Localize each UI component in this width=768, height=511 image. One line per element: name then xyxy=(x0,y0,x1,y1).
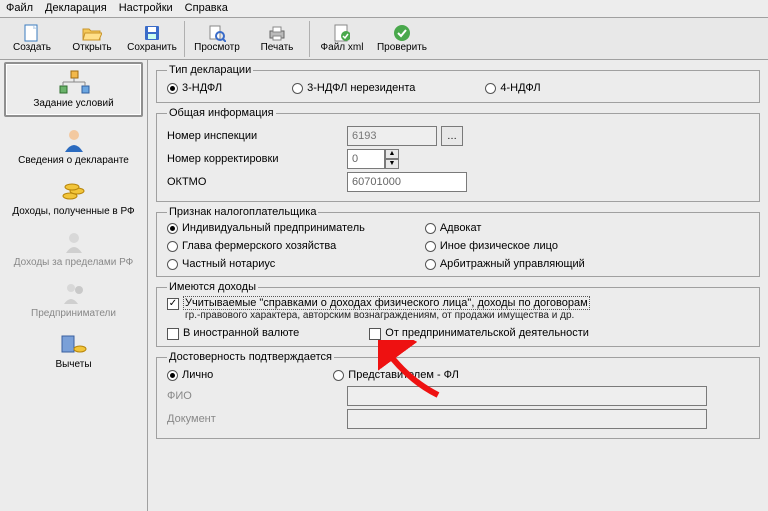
fio-input[interactable] xyxy=(347,386,707,406)
sidebar-item-income-foreign[interactable]: Доходы за пределами РФ xyxy=(0,223,147,274)
save-button[interactable]: Сохранить xyxy=(122,19,182,59)
sidebar-item-income-rf[interactable]: Доходы, полученные в РФ xyxy=(0,172,147,223)
group-taxpayer: Признак налогоплательщика Индивидуальный… xyxy=(156,206,760,277)
sidebar-item-label: Вычеты xyxy=(55,359,91,370)
toolbar-separator xyxy=(309,21,310,57)
preview-button[interactable]: Просмотр xyxy=(187,19,247,59)
inspection-browse-button[interactable]: … xyxy=(441,126,463,146)
group-legend: Признак налогоплательщика xyxy=(167,206,318,218)
menu-help[interactable]: Справка xyxy=(185,2,228,15)
content-pane: Тип декларации 3-НДФЛ 3-НДФЛ нерезидента… xyxy=(148,60,768,511)
oktmo-input[interactable] xyxy=(347,172,467,192)
spin-up-button[interactable]: ▲ xyxy=(385,149,399,159)
sidebar-item-label: Задание условий xyxy=(33,98,113,109)
radio-3ndfl[interactable]: 3-НДФЛ xyxy=(167,82,222,94)
toolbar: Создать Открыть Сохранить Просмотр Печат… xyxy=(0,18,768,60)
filexml-label: Файл xml xyxy=(321,42,364,53)
conditions-icon xyxy=(57,70,91,96)
radio-farmer[interactable]: Глава фермерского хозяйства xyxy=(167,240,365,252)
xml-file-icon xyxy=(334,24,350,42)
menu-file[interactable]: Файл xyxy=(6,2,33,15)
sidebar-item-label: Доходы за пределами РФ xyxy=(14,257,133,268)
deductions-icon xyxy=(60,331,88,357)
menu-settings[interactable]: Настройки xyxy=(119,2,173,15)
group-confirm: Достоверность подтверждается Лично Предс… xyxy=(156,351,760,439)
radio-advocate[interactable]: Адвокат xyxy=(425,222,585,234)
sidebar-item-label: Предприниматели xyxy=(31,308,116,319)
radio-3ndfl-nonres[interactable]: 3-НДФЛ нерезидента xyxy=(292,82,415,94)
folder-open-icon xyxy=(82,24,102,42)
sidebar-item-declarant[interactable]: Сведения о декларанте xyxy=(0,121,147,172)
spin-down-button[interactable]: ▼ xyxy=(385,159,399,169)
menu-bar: Файл Декларация Настройки Справка xyxy=(0,0,768,18)
radio-ip[interactable]: Индивидуальный предприниматель xyxy=(167,222,365,234)
doc-label: Документ xyxy=(167,413,347,425)
foreign-income-icon xyxy=(62,229,86,255)
radio-personally[interactable]: Лично xyxy=(167,369,213,381)
radio-notary[interactable]: Частный нотариус xyxy=(167,258,365,270)
check-entrepreneur-activity[interactable]: От предпринимательской деятельности xyxy=(369,327,589,340)
save-label: Сохранить xyxy=(127,42,177,53)
fio-label: ФИО xyxy=(167,390,347,402)
file-new-icon xyxy=(24,24,40,42)
check-icon xyxy=(393,24,411,42)
group-legend: Общая информация xyxy=(167,107,276,119)
radio-other-person[interactable]: Иное физическое лицо xyxy=(425,240,585,252)
radio-4ndfl[interactable]: 4-НДФЛ xyxy=(485,82,540,94)
person-icon xyxy=(61,127,87,153)
doc-input[interactable] xyxy=(347,409,707,429)
inspection-input[interactable] xyxy=(347,126,437,146)
sidebar-item-conditions[interactable]: Задание условий xyxy=(4,62,143,117)
save-icon xyxy=(144,24,160,42)
sidebar-item-deductions[interactable]: Вычеты xyxy=(0,325,147,376)
filexml-button[interactable]: Файл xml xyxy=(312,19,372,59)
coins-icon xyxy=(61,178,87,204)
open-label: Открыть xyxy=(72,42,111,53)
check-income-spravki[interactable]: Учитываемые "справками о доходах физичес… xyxy=(167,297,749,310)
group-income: Имеются доходы Учитываемые "справками о … xyxy=(156,281,760,347)
print-button[interactable]: Печать xyxy=(247,19,307,59)
radio-arbitr[interactable]: Арбитражный управляющий xyxy=(425,258,585,270)
check-label: Проверить xyxy=(377,42,427,53)
check-button[interactable]: Проверить xyxy=(372,19,432,59)
menu-declaration[interactable]: Декларация xyxy=(45,2,107,15)
open-button[interactable]: Открыть xyxy=(62,19,122,59)
create-button[interactable]: Создать xyxy=(2,19,62,59)
correction-label: Номер корректировки xyxy=(167,153,347,165)
toolbar-separator xyxy=(184,21,185,57)
radio-representative[interactable]: Представителем - ФЛ xyxy=(333,369,459,381)
sidebar-item-label: Доходы, полученные в РФ xyxy=(12,206,134,217)
inspection-label: Номер инспекции xyxy=(167,130,347,142)
sidebar-item-label: Сведения о декларанте xyxy=(18,155,129,166)
oktmo-label: ОКТМО xyxy=(167,176,347,188)
sidebar-item-entrepreneurs[interactable]: Предприниматели xyxy=(0,274,147,325)
group-legend: Имеются доходы xyxy=(167,281,258,293)
preview-label: Просмотр xyxy=(194,42,240,53)
sidebar: Задание условий Сведения о декларанте До… xyxy=(0,60,148,511)
group-legend: Тип декларации xyxy=(167,64,253,76)
group-decl-type: Тип декларации 3-НДФЛ 3-НДФЛ нерезидента… xyxy=(156,64,760,103)
check-foreign-currency[interactable]: В иностранной валюте xyxy=(167,327,299,340)
income-subtext: гр.-правового характера, авторским возна… xyxy=(185,310,749,321)
create-label: Создать xyxy=(13,42,51,53)
print-label: Печать xyxy=(261,42,294,53)
group-general: Общая информация Номер инспекции … Номер… xyxy=(156,107,760,202)
print-icon xyxy=(268,24,286,42)
group-legend: Достоверность подтверждается xyxy=(167,351,334,363)
correction-input[interactable] xyxy=(347,149,385,169)
preview-icon xyxy=(208,24,226,42)
entrepreneur-icon xyxy=(61,280,87,306)
